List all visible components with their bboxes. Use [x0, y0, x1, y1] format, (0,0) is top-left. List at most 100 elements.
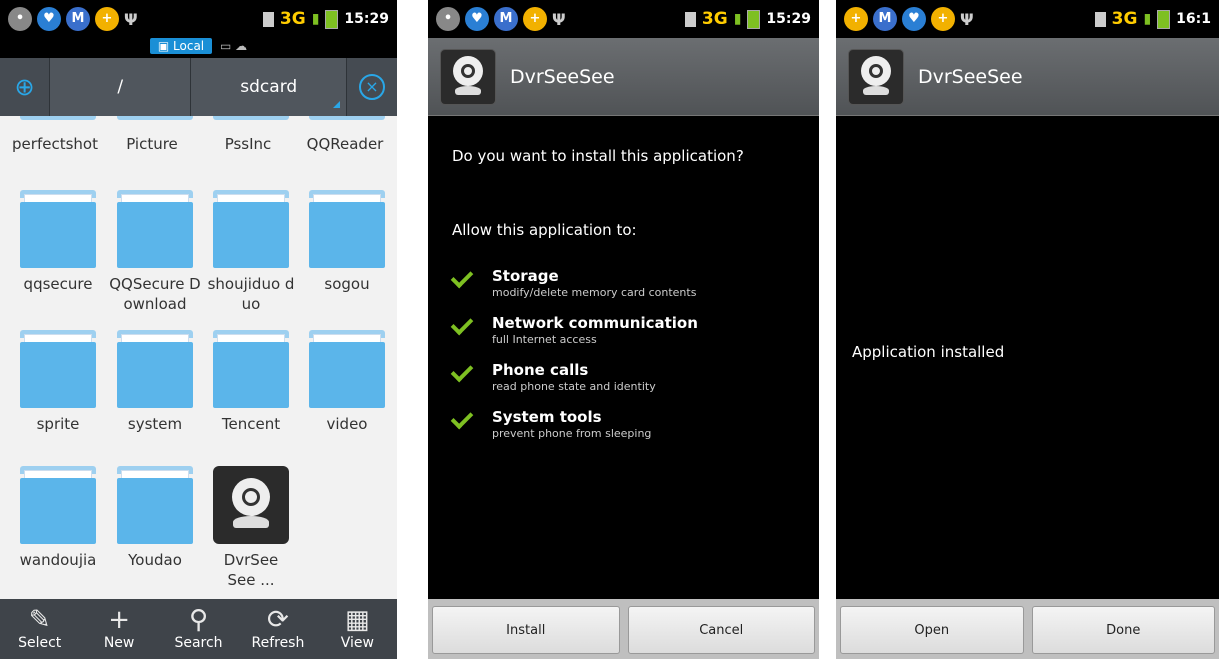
webcam-app-icon — [440, 48, 496, 105]
webcam-app-icon — [848, 48, 904, 105]
cloud-tab-icon[interactable]: ▭ ☁ — [220, 39, 247, 53]
globe-icon[interactable]: ⊕ — [0, 58, 50, 116]
permission-title: System tools — [492, 408, 602, 426]
plus-app-icon: + — [844, 7, 868, 31]
file-name: qqsecure — [23, 275, 93, 293]
install-button[interactable]: Install — [432, 606, 620, 654]
app-title: DvrSeeSee — [510, 65, 615, 88]
file-name: QQSecure Download — [109, 275, 201, 313]
file-item[interactable]: wandoujia — [10, 466, 106, 570]
file-name: Youdao — [128, 551, 182, 569]
status-bar: • ♥ M + Ψ 3G ▮ 15:29 — [0, 0, 397, 38]
local-tab[interactable]: ▣ Local — [149, 38, 213, 54]
notification-icon: • — [8, 7, 32, 31]
status-bar: + M ♥ + Ψ 3G ▮ 16:1 — [836, 0, 1219, 38]
plus-icon: + — [108, 605, 130, 635]
file-name: DvrSeeSee ... — [223, 551, 279, 589]
file-manager-screen: • ♥ M + Ψ 3G ▮ 15:29 ▣ Local ▭ ☁ ⊕ / sdc… — [0, 0, 397, 659]
search-button[interactable]: ⚲ Search — [159, 599, 238, 659]
folder-icon — [309, 330, 385, 408]
file-name: system — [127, 415, 183, 433]
file-item[interactable]: sprite — [10, 330, 106, 434]
installed-message: Application installed — [852, 343, 1005, 361]
installed-content: Application installed — [836, 117, 1219, 599]
m-app-icon: M — [494, 7, 518, 31]
file-name: wandoujia — [19, 551, 97, 569]
install-prompt-screen: • ♥ M + Ψ 3G ▮ 15:29 DvrSeeSee Do you wa… — [428, 0, 819, 659]
file-item[interactable]: qqsecure — [10, 190, 106, 294]
file-name: video — [326, 415, 368, 433]
folder-stub — [117, 116, 193, 120]
plus-app-icon: + — [523, 7, 547, 31]
close-icon: × — [359, 74, 385, 100]
refresh-button[interactable]: ⟳ Refresh — [238, 599, 317, 659]
file-grid: perfectshot Picture PssInc QQReader qqse… — [0, 116, 397, 599]
search-label: Search — [174, 635, 223, 651]
new-label: New — [103, 635, 135, 651]
file-item[interactable]: Tencent — [203, 330, 299, 434]
sdcard-icon — [262, 11, 274, 27]
status-bar: • ♥ M + Ψ 3G ▮ 15:29 — [428, 0, 819, 38]
path-root[interactable]: / — [50, 58, 192, 116]
file-item[interactable]: QQReader — [297, 134, 393, 154]
file-item[interactable]: video — [299, 330, 395, 434]
new-button[interactable]: + New — [79, 599, 158, 659]
file-name: Picture — [126, 135, 178, 153]
file-name: perfectshot — [12, 135, 98, 153]
folder-stub — [309, 116, 385, 120]
button-bar: Open Done — [836, 599, 1219, 659]
file-item[interactable]: perfectshot — [7, 134, 103, 154]
open-button[interactable]: Open — [840, 606, 1024, 654]
file-name: sprite — [36, 415, 80, 433]
folder-stub — [20, 116, 96, 120]
file-name: QQReader — [306, 135, 384, 153]
notification-icon: • — [436, 7, 460, 31]
permission-title: Network communication — [492, 314, 698, 332]
allow-heading: Allow this application to: — [452, 221, 637, 239]
usb-icon: Ψ — [552, 9, 566, 29]
check-icon — [450, 406, 474, 430]
refresh-icon: ⟳ — [267, 605, 289, 635]
file-item[interactable]: Youdao — [107, 466, 203, 570]
usb-icon: Ψ — [124, 9, 138, 29]
m-app-icon: M — [66, 7, 90, 31]
select-label: Select — [18, 635, 62, 651]
network-type: 3G — [701, 9, 728, 29]
view-button[interactable]: ▦ View — [318, 599, 397, 659]
path-current[interactable]: sdcard — [191, 58, 347, 116]
app-title: DvrSeeSee — [918, 65, 1023, 88]
check-icon — [450, 359, 474, 383]
file-name: shoujiduo duo — [207, 275, 295, 313]
file-item[interactable]: shoujiduo duo — [203, 190, 299, 314]
grid-view-icon: ▦ — [345, 605, 370, 635]
apk-item[interactable]: DvrSeeSee ... — [203, 466, 299, 590]
file-item[interactable]: sogou — [299, 190, 395, 294]
signal-icon: ▮ — [311, 11, 320, 27]
plus-app-icon: + — [931, 7, 955, 31]
app-title-bar: DvrSeeSee — [836, 38, 1219, 116]
sdcard-icon — [684, 11, 696, 27]
file-item[interactable]: system — [107, 330, 203, 434]
battery-icon — [747, 9, 761, 29]
folder-stub — [213, 116, 289, 120]
folder-icon — [213, 190, 289, 268]
file-item[interactable]: Picture — [104, 134, 200, 154]
done-button[interactable]: Done — [1031, 606, 1215, 654]
folder-icon — [117, 190, 193, 268]
check-icon — [450, 265, 474, 289]
plus-app-icon: + — [95, 7, 119, 31]
close-path-button[interactable]: × — [347, 58, 397, 116]
installed-screen: + M ♥ + Ψ 3G ▮ 16:1 DvrSeeSee Applicatio… — [836, 0, 1219, 659]
network-type: 3G — [279, 9, 306, 29]
permission-desc: modify/delete memory card contents — [492, 286, 697, 299]
permission-desc: prevent phone from sleeping — [492, 427, 652, 440]
folder-icon — [117, 466, 193, 544]
select-button[interactable]: ✎ Select — [0, 599, 79, 659]
file-item[interactable]: QQSecure Download — [107, 190, 203, 314]
cancel-button[interactable]: Cancel — [627, 606, 815, 654]
file-item[interactable]: PssInc — [200, 134, 296, 154]
battery-icon — [1157, 9, 1171, 29]
shield-icon: ♥ — [902, 7, 926, 31]
webcam-app-icon — [213, 466, 289, 544]
file-name: sogou — [324, 275, 370, 293]
